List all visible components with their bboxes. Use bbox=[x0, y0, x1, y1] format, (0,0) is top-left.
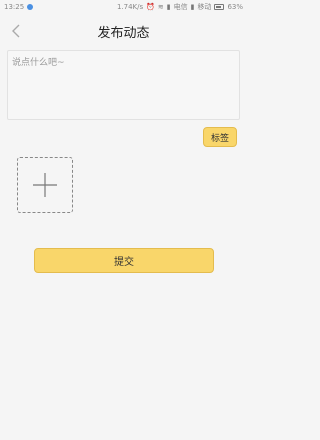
plus-icon bbox=[33, 173, 57, 197]
signal-icon-2: ▮ bbox=[190, 3, 195, 11]
carrier-label-1: 电信 bbox=[173, 3, 188, 11]
submit-button[interactable]: 提交 bbox=[34, 248, 214, 273]
add-image-button[interactable] bbox=[17, 157, 73, 213]
notification-icon bbox=[27, 4, 34, 10]
chevron-left-icon bbox=[12, 24, 20, 38]
status-right: 1.74K/s ⏰ ≋ ▮ 电信 ▮ 移动 63% bbox=[117, 2, 243, 12]
network-speed: 1.74K/s bbox=[116, 3, 144, 11]
carrier-label-2: 移动 bbox=[197, 3, 212, 11]
battery-level: 63% bbox=[227, 3, 243, 11]
post-content-input[interactable] bbox=[7, 50, 240, 120]
alarm-icon: ⏰ bbox=[146, 3, 155, 11]
status-left: 13:25 bbox=[4, 3, 34, 11]
publish-post-screen: 13:25 1.74K/s ⏰ ≋ ▮ 电信 ▮ 移动 63% 发布动态 标签 bbox=[0, 0, 247, 440]
wifi-icon: ≋ bbox=[157, 3, 164, 11]
battery-icon bbox=[214, 4, 225, 10]
status-bar: 13:25 1.74K/s ⏰ ≋ ▮ 电信 ▮ 移动 63% bbox=[0, 0, 247, 14]
status-time: 13:25 bbox=[4, 3, 25, 11]
signal-icon-1: ▮ bbox=[166, 3, 171, 11]
back-button[interactable] bbox=[6, 20, 26, 42]
top-nav-bar: 发布动态 bbox=[0, 14, 247, 48]
tag-button[interactable]: 标签 bbox=[203, 127, 237, 147]
page-title: 发布动态 bbox=[97, 25, 150, 41]
